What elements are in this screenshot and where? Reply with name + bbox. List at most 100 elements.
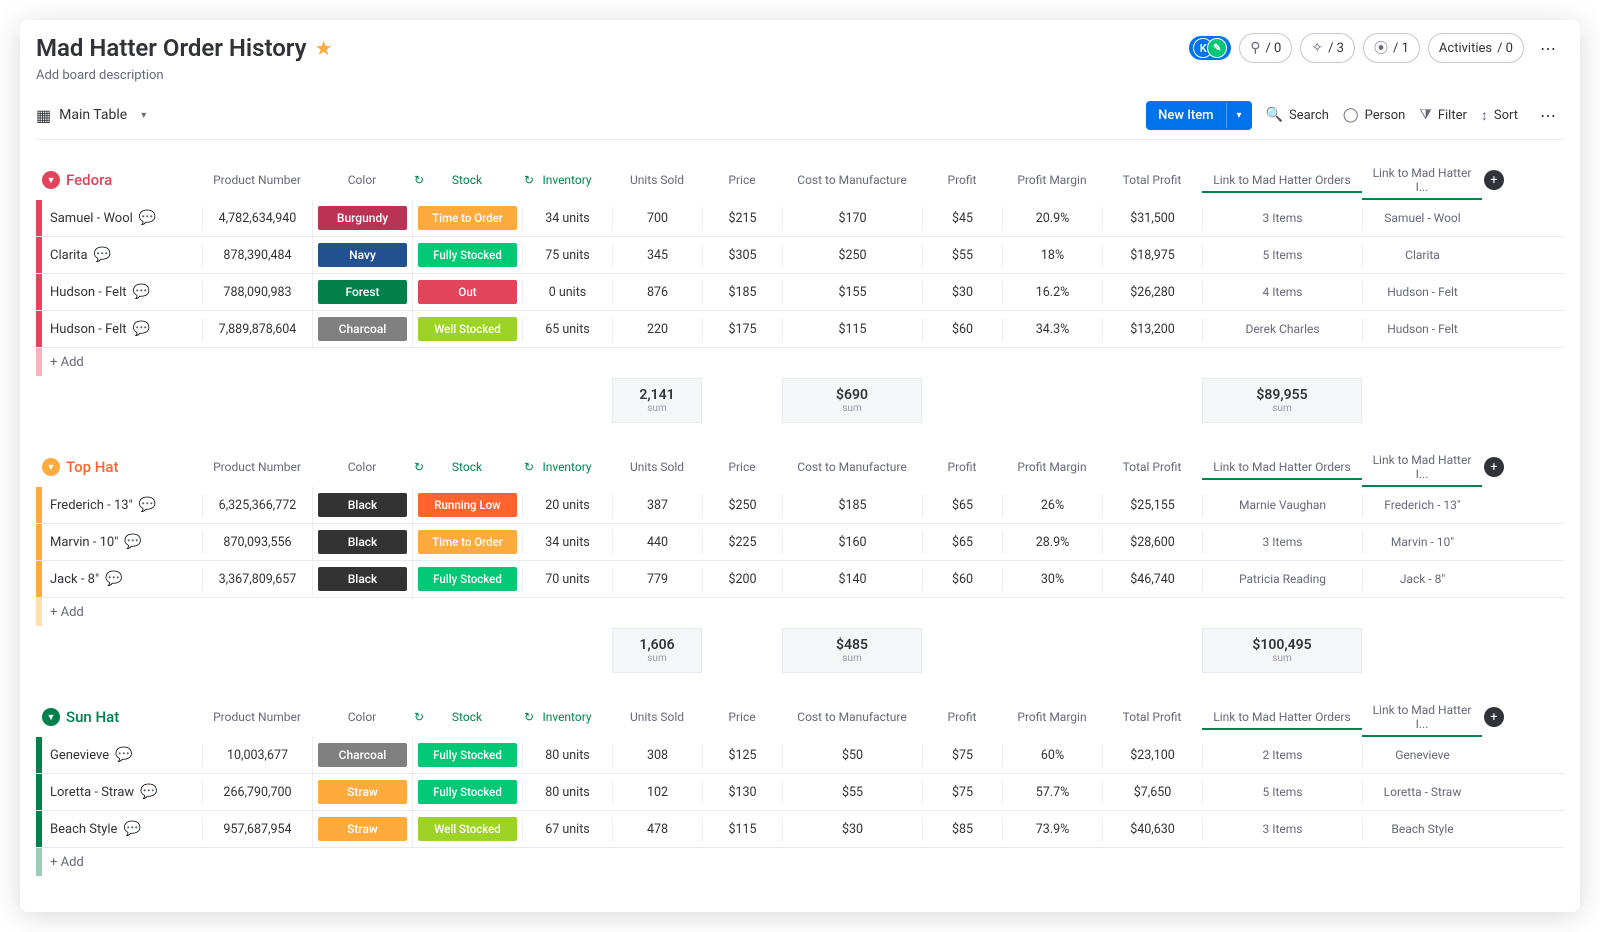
cell[interactable]: $130 <box>702 781 782 804</box>
column-header[interactable]: Product Number <box>202 167 312 193</box>
column-header[interactable]: Profit <box>922 454 1002 480</box>
table-row[interactable]: Genevieve💬10,003,677CharcoalFully Stocke… <box>36 737 1564 774</box>
column-header[interactable]: Profit Margin <box>1002 704 1102 730</box>
cell[interactable]: $7,650 <box>1102 781 1202 804</box>
cell[interactable]: Time to Order <box>412 200 522 236</box>
cell[interactable]: $140 <box>782 568 922 591</box>
cell[interactable]: Hudson - Felt <box>1362 318 1482 341</box>
new-item-button[interactable]: New Item ▾ <box>1146 101 1251 130</box>
cell[interactable]: 5 Items <box>1202 244 1362 267</box>
cell[interactable]: Forest <box>312 274 412 310</box>
cell[interactable]: 3 Items <box>1202 531 1362 554</box>
cell[interactable]: $31,500 <box>1102 207 1202 230</box>
cell[interactable]: 779 <box>612 568 702 591</box>
cell[interactable]: Out <box>412 274 522 310</box>
table-row[interactable]: Marvin - 10"💬870,093,556BlackTime to Ord… <box>36 524 1564 561</box>
cell[interactable]: 4 Items <box>1202 281 1362 304</box>
collapse-icon[interactable]: ▼ <box>42 171 60 189</box>
cell[interactable]: 70 units <box>522 568 612 591</box>
table-row[interactable]: Beach Style💬957,687,954StrawWell Stocked… <box>36 811 1564 848</box>
cell[interactable]: Fully Stocked <box>412 237 522 273</box>
cell[interactable]: $185 <box>782 494 922 517</box>
cell[interactable]: $60 <box>922 318 1002 341</box>
column-header[interactable]: ↻Inventory <box>522 167 612 193</box>
sort-button[interactable]: ↕ Sort <box>1481 107 1518 124</box>
group-name[interactable]: Sun Hat <box>66 708 119 726</box>
column-header[interactable]: Link to Mad Hatter I... <box>1362 697 1482 737</box>
cell[interactable]: 5 Items <box>1202 781 1362 804</box>
cell[interactable]: 80 units <box>522 744 612 767</box>
column-header[interactable]: Price <box>702 454 782 480</box>
cell[interactable]: 345 <box>612 244 702 267</box>
view-picker[interactable]: ▦ Main Table ▾ <box>36 106 146 125</box>
cell[interactable]: $18,975 <box>1102 244 1202 267</box>
group-name[interactable]: Top Hat <box>66 458 119 476</box>
cell[interactable]: Well Stocked <box>412 311 522 347</box>
column-header[interactable]: Color <box>312 454 412 480</box>
new-item-dropdown[interactable]: ▾ <box>1226 103 1252 128</box>
column-header[interactable]: Cost to Manufacture <box>782 454 922 480</box>
cell[interactable]: 4,782,634,940 <box>202 207 312 230</box>
column-header[interactable]: ↻Stock <box>412 167 522 193</box>
table-row[interactable]: Frederich - 13"💬6,325,366,772BlackRunnin… <box>36 487 1564 524</box>
cell[interactable]: 870,093,556 <box>202 531 312 554</box>
column-header[interactable]: Product Number <box>202 454 312 480</box>
column-header[interactable]: Total Profit <box>1102 167 1202 193</box>
add-item-row[interactable]: + Add <box>36 348 1564 376</box>
cell[interactable]: 102 <box>612 781 702 804</box>
cell[interactable]: Time to Order <box>412 524 522 560</box>
cell[interactable]: $175 <box>702 318 782 341</box>
column-header[interactable]: ↻Stock <box>412 704 522 730</box>
item-name-cell[interactable]: Frederich - 13"💬 <box>42 493 202 517</box>
cell[interactable]: 788,090,983 <box>202 281 312 304</box>
cell[interactable]: $250 <box>702 494 782 517</box>
chat-icon[interactable]: 💬 <box>124 534 141 550</box>
column-header[interactable]: Profit <box>922 704 1002 730</box>
cell[interactable]: 878,390,484 <box>202 244 312 267</box>
cell[interactable]: $40,630 <box>1102 818 1202 841</box>
cell[interactable]: 387 <box>612 494 702 517</box>
chat-icon[interactable]: 💬 <box>94 247 111 263</box>
column-header[interactable]: Cost to Manufacture <box>782 704 922 730</box>
column-header[interactable]: Link to Mad Hatter I... <box>1362 160 1482 200</box>
cell[interactable]: 20 units <box>522 494 612 517</box>
item-name-cell[interactable]: Beach Style💬 <box>42 817 202 841</box>
add-column-button[interactable]: + <box>1484 170 1504 190</box>
cell[interactable]: 18% <box>1002 244 1102 267</box>
cell[interactable]: Frederich - 13" <box>1362 494 1482 517</box>
cell[interactable]: $23,100 <box>1102 744 1202 767</box>
automations-pill[interactable]: ✧ / 3 <box>1300 33 1355 63</box>
column-header[interactable]: Total Profit <box>1102 454 1202 480</box>
item-name-cell[interactable]: Jack - 8"💬 <box>42 567 202 591</box>
cell[interactable]: 266,790,700 <box>202 781 312 804</box>
column-header[interactable]: Units Sold <box>612 454 702 480</box>
cell[interactable]: 478 <box>612 818 702 841</box>
item-name-cell[interactable]: Hudson - Felt💬 <box>42 280 202 304</box>
star-icon[interactable]: ★ <box>315 36 333 60</box>
chat-icon[interactable]: 💬 <box>140 784 157 800</box>
table-row[interactable]: Hudson - Felt💬788,090,983ForestOut0 unit… <box>36 274 1564 311</box>
cell[interactable]: Jack - 8" <box>1362 568 1482 591</box>
cell[interactable]: 0 units <box>522 281 612 304</box>
cell[interactable]: Burgundy <box>312 200 412 236</box>
cell[interactable]: 20.9% <box>1002 207 1102 230</box>
cell[interactable]: Black <box>312 487 412 523</box>
cell[interactable]: 220 <box>612 318 702 341</box>
cell[interactable]: 16.2% <box>1002 281 1102 304</box>
group-name[interactable]: Fedora <box>66 171 112 189</box>
filter-button[interactable]: ⧩ Filter <box>1419 107 1467 123</box>
cell[interactable]: $13,200 <box>1102 318 1202 341</box>
add-item-row[interactable]: + Add <box>36 848 1564 876</box>
column-header[interactable]: Price <box>702 704 782 730</box>
table-row[interactable]: Jack - 8"💬3,367,809,657BlackFully Stocke… <box>36 561 1564 598</box>
cell[interactable]: 440 <box>612 531 702 554</box>
cell[interactable]: $75 <box>922 744 1002 767</box>
cell[interactable]: Straw <box>312 811 412 847</box>
cell[interactable]: $160 <box>782 531 922 554</box>
cell[interactable]: 3,367,809,657 <box>202 568 312 591</box>
cell[interactable]: Running Low <box>412 487 522 523</box>
cell[interactable]: 75 units <box>522 244 612 267</box>
chat-icon[interactable]: 💬 <box>105 571 122 587</box>
cell[interactable]: $115 <box>702 818 782 841</box>
toolbar-more-button[interactable]: ⋯ <box>1532 99 1564 131</box>
